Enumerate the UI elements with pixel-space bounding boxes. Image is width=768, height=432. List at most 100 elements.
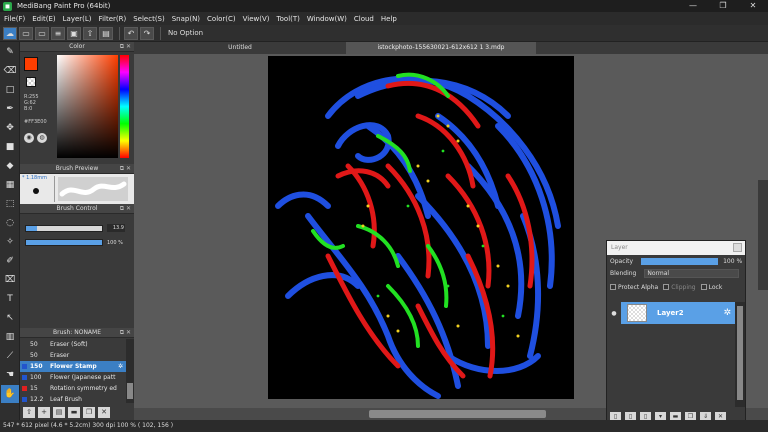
protect-alpha-label: Protect Alpha — [618, 283, 659, 291]
layer-item[interactable]: ● Layer2 ✲ — [607, 302, 735, 324]
checkbox-box[interactable] — [610, 284, 616, 290]
layer-opacity-slider[interactable] — [641, 257, 719, 265]
close-button[interactable]: ✕ — [738, 0, 768, 12]
menu-edit[interactable]: Edit(E) — [32, 15, 55, 23]
layer-panel-header: Layer — [607, 241, 745, 255]
checkbox-box[interactable] — [663, 284, 670, 290]
brush-size-number: 15 — [30, 385, 38, 392]
menu-select[interactable]: Select(S) — [133, 15, 165, 23]
select-rect-tool-icon[interactable]: ⬚ — [1, 195, 19, 213]
toolbar-divider — [160, 26, 161, 40]
text-edit-icon[interactable]: ≡ — [51, 26, 65, 40]
brush-list-scroll-thumb[interactable] — [127, 383, 133, 399]
main-color-swatch[interactable] — [24, 57, 38, 71]
menu-filter[interactable]: Filter(R) — [99, 15, 127, 23]
select-pen-tool-icon[interactable]: ✐ — [1, 252, 19, 270]
right-scrollbar[interactable] — [758, 180, 768, 290]
chat-icon[interactable]: ▭ — [35, 26, 49, 40]
comment-icon[interactable]: ▭ — [19, 26, 33, 40]
protect-alpha-checkbox[interactable]: Protect Alpha — [610, 284, 658, 291]
brush-size-field[interactable]: 13.9 — [107, 224, 125, 232]
add-brush-icon[interactable]: + — [38, 406, 50, 418]
brush-opacity-slider[interactable] — [25, 239, 103, 246]
share-icon[interactable]: ⇧ — [83, 26, 97, 40]
sub-color-swatch[interactable] — [26, 77, 36, 87]
select-eraser-tool-icon[interactable]: ⌧ — [1, 271, 19, 289]
eyedropper-tool-icon[interactable]: ⟋ — [1, 347, 19, 365]
undo-icon[interactable]: ↶ — [124, 26, 138, 40]
panel-controls-icon[interactable]: ⧉ ✕ — [120, 164, 131, 174]
gear-icon[interactable]: ✲ — [118, 363, 123, 370]
menu-tool[interactable]: Tool(T) — [277, 15, 300, 23]
menu-view[interactable]: View(V) — [243, 15, 270, 23]
brush-list-item[interactable]: 50 Eraser — [20, 350, 126, 361]
drawing-canvas[interactable] — [268, 56, 574, 399]
redo-icon[interactable]: ↷ — [140, 26, 154, 40]
color-wheel-icon[interactable]: ◍ — [37, 133, 47, 143]
clipping-checkbox[interactable]: Clipping — [663, 284, 696, 291]
magic-wand-tool-icon[interactable]: ✧ — [1, 233, 19, 251]
copy-brush-icon[interactable]: ❐ — [83, 406, 95, 418]
brush-list-item[interactable]: 150 Flower Stamp ✲ — [20, 361, 126, 372]
menu-snap[interactable]: Snap(N) — [172, 15, 200, 23]
maximize-button[interactable]: ❐ — [708, 0, 738, 12]
saturation-value-picker[interactable] — [57, 55, 118, 158]
layer-name: Layer2 — [657, 309, 684, 317]
layer-list-scroll-thumb[interactable] — [737, 306, 743, 400]
fill-rect-tool-icon[interactable]: ■ — [1, 138, 19, 156]
hand-tool-icon[interactable]: ☚ — [1, 366, 19, 384]
export-icon[interactable]: ▤ — [99, 26, 113, 40]
layer-panel-menu-button[interactable] — [733, 243, 742, 252]
brush-size-slider[interactable] — [25, 224, 103, 232]
brush-list-scrollbar[interactable] — [126, 339, 134, 403]
panel-controls-icon[interactable]: ⧉ ✕ — [120, 204, 131, 214]
brush-list-panel: Brush: NONAME ⧉ ✕ 50 Eraser (Soft) 50 Erase… — [20, 328, 134, 420]
brush-tool-icon[interactable]: ✎ — [1, 43, 19, 61]
tab-active-document[interactable]: istockphoto-155630021-612x612 1 3.mdp — [346, 42, 536, 54]
panel-controls-icon[interactable]: ⧉ ✕ — [120, 42, 131, 52]
brush-list-item[interactable]: 100 Flower (Japanese patt — [20, 372, 126, 383]
folder-icon[interactable]: ▬ — [68, 406, 80, 418]
upload-brush-icon[interactable]: ⇧ — [23, 406, 35, 418]
panel-icon[interactable]: ▣ — [67, 26, 81, 40]
window-controls: — ❐ ✕ — [678, 0, 768, 12]
cloud-icon[interactable]: ☁ — [3, 26, 17, 40]
lock-checkbox[interactable]: Lock — [700, 284, 722, 291]
brush-color-swatch — [22, 342, 27, 347]
hand-grab-tool-icon[interactable]: ✋ — [1, 385, 19, 403]
move-tool-icon[interactable]: ✥ — [1, 119, 19, 137]
layer-list-scrollbar[interactable] — [735, 302, 745, 407]
menu-window[interactable]: Window(W) — [307, 15, 347, 23]
brush-list-item[interactable]: 50 Eraser (Soft) — [20, 339, 126, 350]
blending-mode-select[interactable]: Normal — [644, 268, 740, 278]
tab-untitled[interactable]: Untitled — [134, 42, 346, 54]
brush-list-item[interactable]: 15 Rotation symmetry ed — [20, 383, 126, 394]
snap-option-label[interactable]: No Option — [168, 29, 203, 37]
menu-layer[interactable]: Layer(L) — [63, 15, 92, 23]
menu-cloud[interactable]: Cloud — [354, 15, 374, 23]
bucket-tool-icon[interactable]: ◆ — [1, 157, 19, 175]
layer-row-selected[interactable]: Layer2 ✲ — [621, 302, 735, 324]
pen-tool-icon[interactable]: ✒ — [1, 100, 19, 118]
eraser-tool-icon[interactable]: ⌫ — [1, 62, 19, 80]
rectangle-tool-icon[interactable]: □ — [1, 81, 19, 99]
menu-help[interactable]: Help — [381, 15, 397, 23]
menu-color[interactable]: Color(C) — [207, 15, 236, 23]
gradient-tool-icon[interactable]: ▦ — [1, 176, 19, 194]
checkbox-box[interactable] — [700, 284, 707, 290]
menu-file[interactable]: File(F) — [4, 15, 25, 23]
palette-icon[interactable]: ◉ — [24, 133, 34, 143]
delete-brush-icon[interactable]: ✕ — [98, 406, 110, 418]
brush-settings-icon[interactable]: ▤ — [53, 406, 65, 418]
hue-slider[interactable] — [120, 55, 129, 158]
horizontal-scroll-thumb[interactable] — [369, 410, 546, 418]
visibility-icon[interactable]: ● — [607, 310, 621, 317]
lasso-tool-icon[interactable]: ◌ — [1, 214, 19, 232]
gear-icon[interactable]: ✲ — [723, 308, 731, 318]
divide-tool-icon[interactable]: ▥ — [1, 328, 19, 346]
brush-list-item[interactable]: 12.2 Leaf Brush — [20, 394, 126, 403]
text-tool-icon[interactable]: T — [1, 290, 19, 308]
operation-tool-icon[interactable]: ↖ — [1, 309, 19, 327]
panel-controls-icon[interactable]: ⧉ ✕ — [120, 328, 131, 338]
minimize-button[interactable]: — — [678, 0, 708, 12]
